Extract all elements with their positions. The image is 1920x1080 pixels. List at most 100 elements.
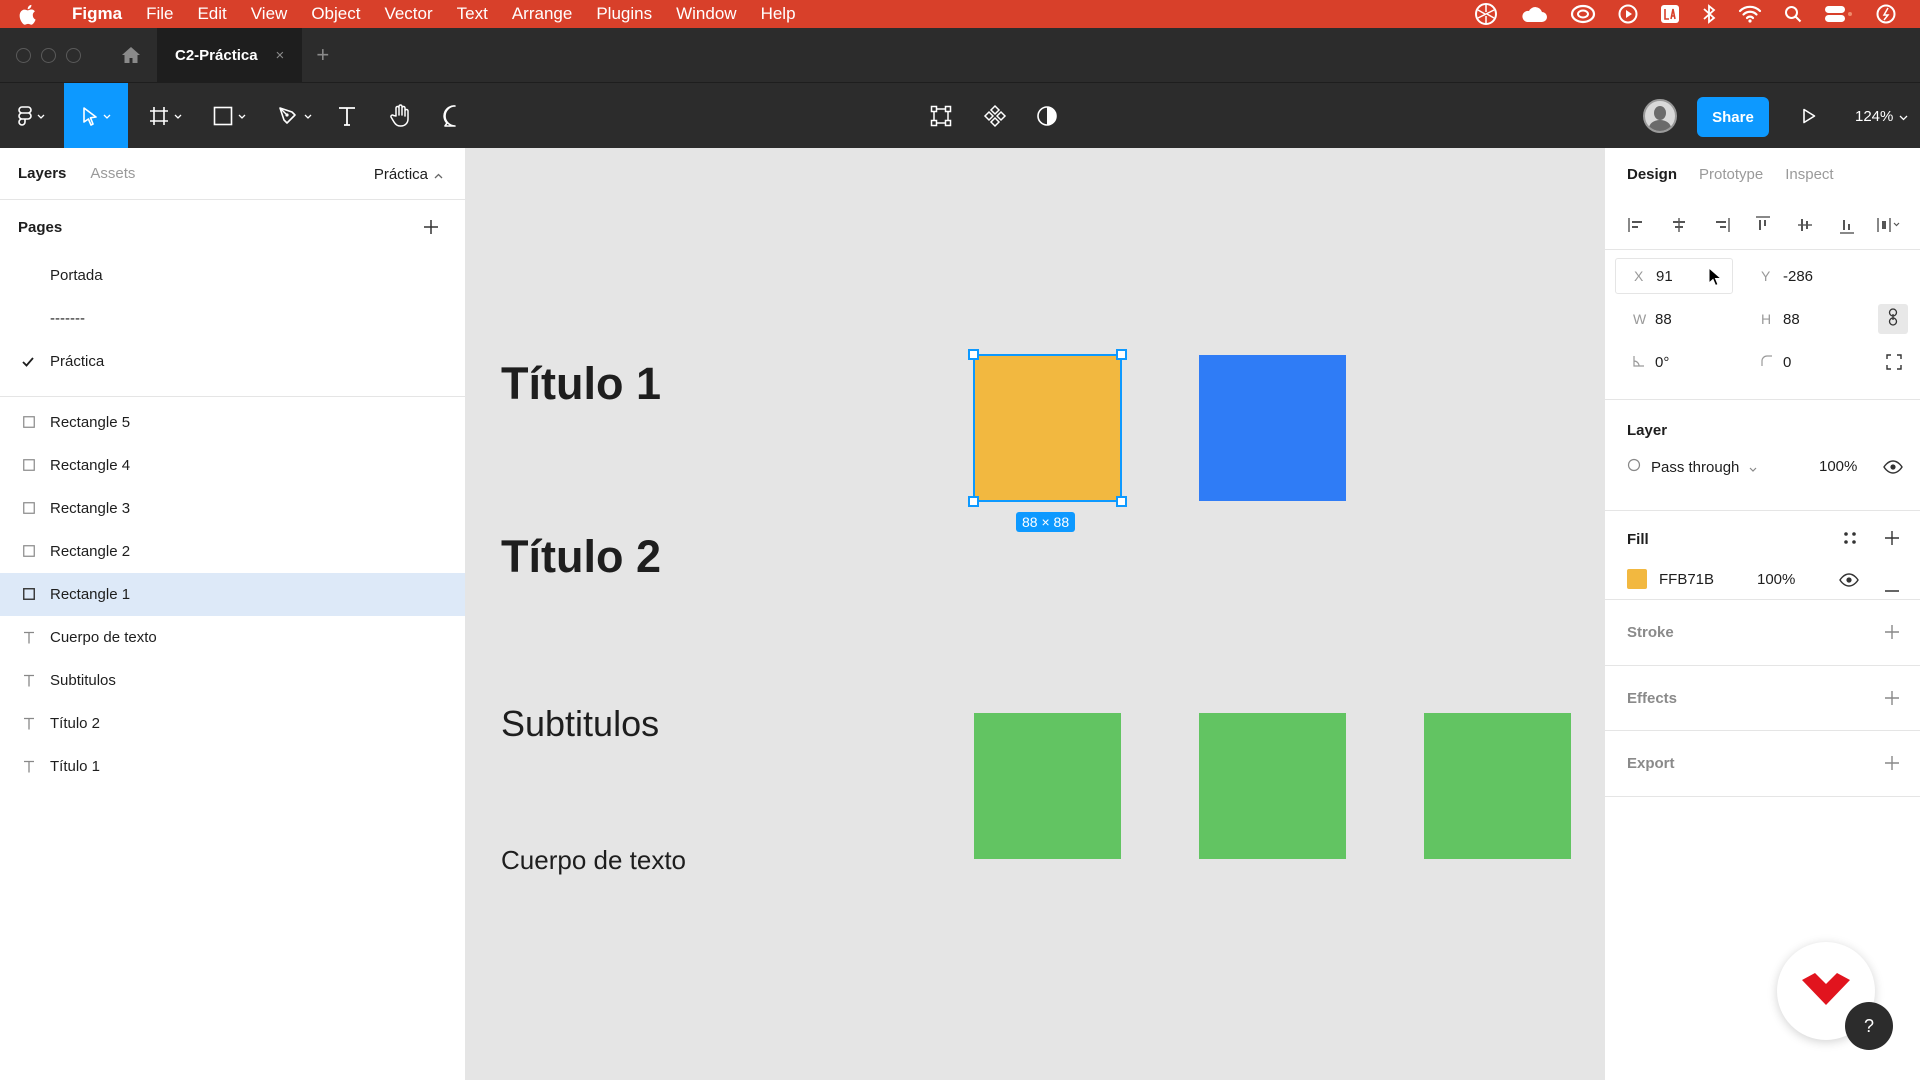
canvas-text-titulo-1[interactable]: Título 1 [501,358,661,410]
share-button[interactable]: Share [1697,97,1769,137]
present-button[interactable] [1796,83,1822,149]
menu-vector[interactable]: Vector [372,0,444,28]
menu-plugins[interactable]: Plugins [584,0,664,28]
home-icon[interactable] [119,43,143,67]
layer-rectangle-3[interactable]: Rectangle 3 [0,487,465,530]
layer-rectangle-4[interactable]: Rectangle 4 [0,444,465,487]
text-tool-button[interactable] [332,83,362,149]
minimize-window-button[interactable] [41,47,56,63]
add-effect-button[interactable] [1882,688,1902,708]
add-export-button[interactable] [1882,753,1902,773]
align-left-icon[interactable] [1625,213,1649,237]
rectangle-3-green[interactable] [974,713,1121,859]
align-horizontal-center-icon[interactable] [1667,213,1691,237]
menu-window[interactable]: Window [664,0,748,28]
tab-inspect[interactable]: Inspect [1785,166,1833,183]
bluetooth-icon[interactable] [1702,4,1716,24]
independent-corners-icon[interactable] [1886,354,1902,375]
layer-titulo-2[interactable]: Título 2 [0,702,465,745]
distribute-icon[interactable] [1877,213,1901,237]
menu-object[interactable]: Object [299,0,372,28]
design-canvas[interactable]: Título 1 Título 2 Subtitulos Cuerpo de t… [466,148,1604,1080]
fill-opacity-value[interactable]: 100% [1757,571,1795,588]
page-item-divider[interactable]: ------- [0,297,465,340]
siri-icon[interactable] [1876,4,1896,24]
align-top-icon[interactable] [1751,213,1775,237]
frame-tool-button[interactable] [140,83,190,149]
eye-icon[interactable] [1839,573,1859,592]
tab-design[interactable]: Design [1627,166,1677,183]
canvas-text-subtitulos[interactable]: Subtitulos [501,703,659,745]
blend-mode-select[interactable]: Pass through [1627,458,1757,476]
add-fill-button[interactable] [1882,528,1902,548]
layer-subtitulos[interactable]: Subtitulos [0,659,465,702]
close-window-button[interactable] [16,47,31,63]
resize-handle-bottom-left[interactable] [968,496,979,507]
creative-cloud-icon[interactable] [1570,4,1596,24]
play-circle-icon[interactable] [1618,4,1638,24]
page-item-portada[interactable]: Portada [0,254,465,297]
aperture-icon[interactable] [1474,2,1498,26]
hand-tool-button[interactable] [386,83,416,149]
fill-hex-value[interactable]: FFB71B [1659,571,1714,588]
layer-opacity-value[interactable]: 100% [1819,458,1857,475]
close-tab-icon[interactable]: × [276,47,285,64]
layer-rectangle-5[interactable]: Rectangle 5 [0,401,465,444]
align-right-icon[interactable] [1709,213,1733,237]
text-replacement-icon[interactable] [1660,4,1680,24]
eye-icon[interactable] [1883,460,1903,479]
shape-tool-button[interactable] [204,83,254,149]
resize-handle-bottom-right[interactable] [1116,496,1127,507]
corner-radius-field[interactable]: 0 [1743,344,1861,380]
height-field[interactable]: H 88 [1743,301,1861,337]
canvas-text-titulo-2[interactable]: Título 2 [501,531,661,583]
cloud-icon[interactable] [1520,5,1548,23]
style-grid-icon[interactable] [1843,531,1857,550]
menu-edit[interactable]: Edit [185,0,238,28]
constrain-proportions-button[interactable] [1878,304,1908,334]
menu-file[interactable]: File [134,0,185,28]
menu-text[interactable]: Text [445,0,500,28]
menu-arrange[interactable]: Arrange [500,0,584,28]
help-button[interactable]: ? [1845,1002,1893,1050]
align-vertical-center-icon[interactable] [1793,213,1817,237]
create-component-button[interactable] [982,83,1008,149]
resize-handle-top-right[interactable] [1116,349,1127,360]
search-icon[interactable] [1784,5,1802,23]
add-page-button[interactable] [419,215,443,239]
menu-help[interactable]: Help [749,0,808,28]
menu-view[interactable]: View [239,0,300,28]
align-bottom-icon[interactable] [1835,213,1859,237]
tab-assets[interactable]: Assets [90,165,135,182]
mask-button[interactable] [1034,83,1060,149]
layer-rectangle-2[interactable]: Rectangle 2 [0,530,465,573]
page-selector[interactable]: Práctica [374,148,443,200]
y-position-field[interactable]: Y -286 [1743,258,1861,294]
rectangle-4-green[interactable] [1199,713,1346,859]
add-stroke-button[interactable] [1882,622,1902,642]
apple-icon[interactable] [18,4,46,25]
layer-rectangle-1[interactable]: Rectangle 1 [0,573,465,616]
page-item-practica[interactable]: Práctica [0,340,465,383]
resize-handle-top-left[interactable] [968,349,979,360]
fill-color-swatch[interactable] [1627,569,1647,589]
rectangle-5-green[interactable] [1424,713,1571,859]
tab-prototype[interactable]: Prototype [1699,166,1763,183]
edit-object-button[interactable] [928,83,954,149]
remove-fill-icon[interactable] [1885,579,1899,597]
menu-app-figma[interactable]: Figma [60,0,134,28]
move-tool-button[interactable] [64,83,128,149]
layer-titulo-1[interactable]: Título 1 [0,745,465,788]
main-menu-button[interactable] [8,83,54,149]
x-position-field[interactable]: X 91 [1615,258,1733,294]
avatar[interactable] [1643,99,1677,133]
control-center-icon[interactable] [1824,5,1854,23]
width-field[interactable]: W 88 [1615,301,1733,337]
zoom-window-button[interactable] [66,47,81,63]
tab-layers[interactable]: Layers [18,165,66,182]
rotation-field[interactable]: 0° [1615,344,1733,380]
zoom-menu[interactable]: 124% [1855,83,1908,149]
canvas-text-cuerpo[interactable]: Cuerpo de texto [501,845,686,876]
pen-tool-button[interactable] [268,83,320,149]
rectangle-2-blue[interactable] [1199,355,1346,501]
